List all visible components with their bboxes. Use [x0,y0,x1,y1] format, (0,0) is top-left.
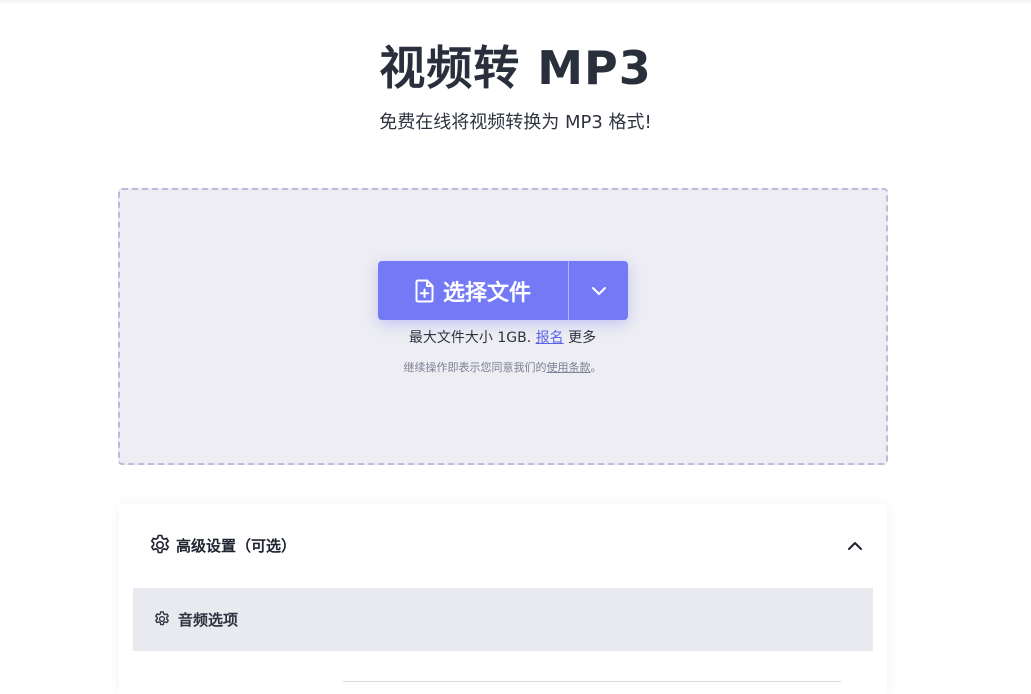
page-subtitle: 免费在线将视频转换为 MP3 格式! [379,112,652,133]
file-size-limit-text: 最大文件大小 1GB. [408,330,532,346]
gear-icon [150,534,170,554]
field-divider [343,681,841,682]
advanced-settings-toggle[interactable]: 高级设置（可选） [148,531,296,559]
audio-options-header: 音频选项 [153,606,238,632]
file-size-limit: 最大文件大小 1GB. 报名 更多 [0,328,1005,348]
gear-icon [155,611,169,626]
choose-file-button-group: 选择文件 [378,261,628,320]
terms-notice: 继续操作即表示您同意我们的使用条款。 [0,360,1005,376]
terms-of-use-link[interactable]: 使用条款 [547,361,591,374]
file-dropzone[interactable] [118,188,888,465]
audio-options-section [133,588,873,651]
upload-source-dropdown-button[interactable] [569,261,628,320]
chevron-up-icon [848,542,862,550]
signup-link[interactable]: 报名 [536,330,564,346]
collapse-settings-button[interactable] [842,534,868,558]
top-bar [0,0,1031,4]
chevron-down-icon [591,286,606,295]
audio-options-label: 音频选项 [178,610,239,629]
file-plus-icon [415,279,434,302]
choose-file-label: 选择文件 [442,280,531,306]
more-text: 更多 [568,330,597,346]
advanced-settings-label: 高级设置（可选） [176,536,297,555]
terms-suffix: 。 [590,361,602,374]
choose-file-button[interactable]: 选择文件 [378,261,568,320]
page-title: 视频转 MP3 [379,41,652,95]
terms-prefix: 继续操作即表示您同意我们的 [403,361,547,374]
